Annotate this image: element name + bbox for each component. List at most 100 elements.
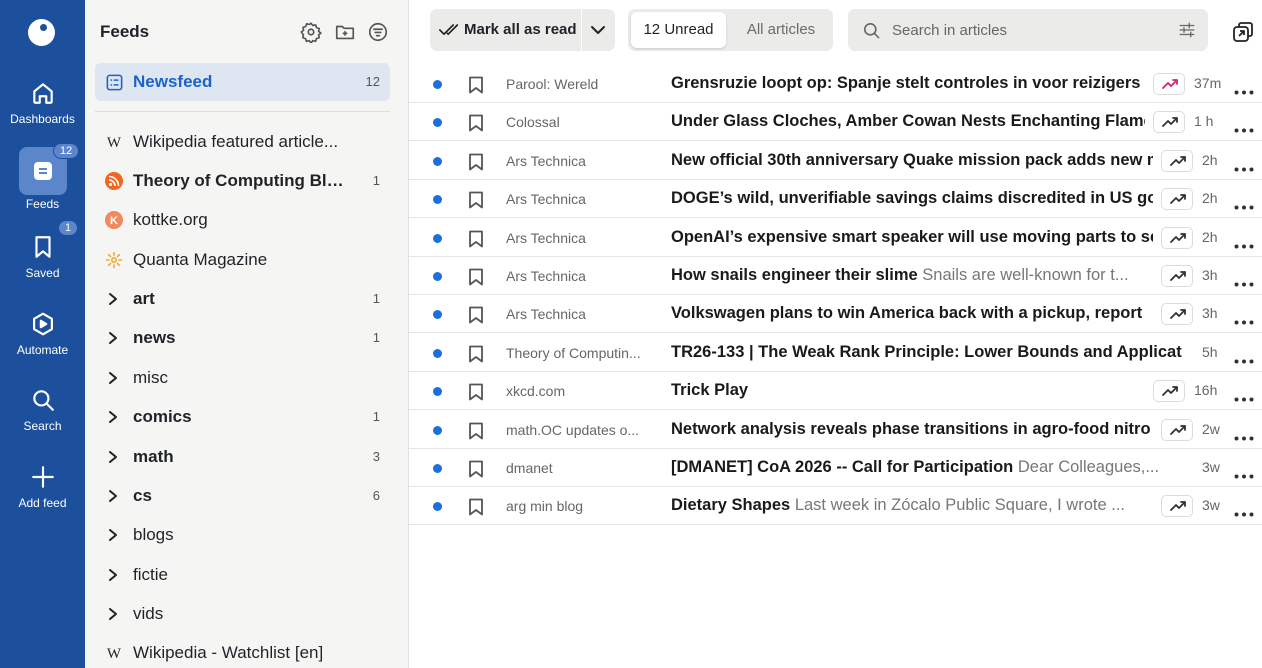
bookmark-icon[interactable] [468,345,484,367]
new-folder-icon[interactable] [334,21,356,43]
trending-icon[interactable] [1153,111,1185,133]
more-options-icon[interactable] [1234,428,1254,445]
sidebar-item-feed[interactable]: W Wikipedia featured article... [95,126,390,158]
more-options-icon[interactable] [1234,197,1254,214]
bookmark-icon[interactable] [468,153,484,175]
filter-icon[interactable] [367,21,389,43]
article-row[interactable]: math.OC updates o... Network analysis rev… [409,411,1262,449]
article-row[interactable]: Ars Technica How snails engineer their sl… [409,257,1262,295]
settings-gear-icon[interactable] [300,21,322,43]
chevron-down-icon[interactable] [590,23,606,37]
chevron-right-icon[interactable] [107,410,119,428]
bookmark-icon[interactable] [468,498,484,520]
chevron-right-icon[interactable] [107,331,119,349]
rail-item-search[interactable]: Search [0,387,85,433]
more-options-icon[interactable] [1234,120,1254,137]
chevron-right-icon[interactable] [107,568,119,586]
trending-icon[interactable] [1161,150,1193,172]
sidebar-item-feed[interactable]: math 3 [95,441,390,473]
sidebar-item-feed[interactable]: vids [95,598,390,630]
rail-label: Add feed [18,496,67,510]
more-options-icon[interactable] [1234,274,1254,291]
bookmark-icon[interactable] [468,191,484,213]
more-options-icon[interactable] [1234,466,1254,483]
bookmark-icon[interactable] [468,230,484,252]
search-input[interactable] [892,9,1162,51]
rail-item-saved[interactable]: 1 Saved [0,220,85,280]
more-options-icon[interactable] [1234,351,1254,368]
tab-all-articles[interactable]: All articles [732,12,830,48]
sidebar-item-feed[interactable]: Quanta Magazine [95,244,390,276]
bookmark-icon[interactable] [468,306,484,328]
chevron-right-icon[interactable] [107,292,119,310]
article-row[interactable]: Ars Technica OpenAI’s expensive smart spe… [409,219,1262,257]
sidebar-item-feed[interactable]: fictie [95,559,390,591]
article-row[interactable]: Parool: Wereld Grensruzie loopt op: Spanj… [409,65,1262,103]
trending-icon[interactable] [1161,188,1193,210]
article-snippet: Dear Colleagues,... [1017,458,1160,476]
bookmark-icon[interactable] [468,460,484,482]
sidebar-item-feed[interactable]: news 1 [95,322,390,354]
sidebar-item-feed[interactable]: W Wikipedia - Watchlist [en] [95,637,390,668]
sidebar-item-feed[interactable]: misc [95,362,390,394]
sidebar-item-feed[interactable]: comics 1 [95,401,390,433]
sidebar-item-feed[interactable]: art 1 [95,283,390,315]
unread-count: 12 [365,74,380,89]
tab-unread[interactable]: 12 Unread [631,12,726,48]
trending-icon[interactable] [1161,495,1193,517]
more-options-icon[interactable] [1234,312,1254,329]
more-options-icon[interactable] [1234,82,1254,99]
article-title-line: OpenAI’s expensive smart speaker will us… [671,228,1153,247]
article-title-line: Trick Play [671,381,1145,400]
rail-item-feeds[interactable]: 12 Feeds [0,143,85,211]
trending-icon[interactable] [1153,380,1185,402]
more-options-icon[interactable] [1234,159,1254,176]
rail-item-automate[interactable]: Automate [0,311,85,357]
sliders-icon[interactable] [1178,21,1196,39]
trending-icon[interactable] [1161,227,1193,249]
bookmark-icon[interactable] [468,76,484,98]
article-row[interactable]: arg min blog Dietary Shapes Last week in … [409,487,1262,525]
article-age: 2h [1202,229,1218,245]
sidebar-item-feed[interactable]: Kkottke.org [95,204,390,236]
sidebar-item-label: fictie [133,565,168,584]
article-title-line: New official 30th anniversary Quake miss… [671,151,1153,170]
article-row[interactable]: Ars Technica Volkswagen plans to win Amer… [409,295,1262,333]
chevron-right-icon[interactable] [107,371,119,389]
bookmark-icon[interactable] [468,268,484,290]
mark-all-read-button[interactable]: Mark all as read [430,9,615,51]
rail-item-dashboards[interactable]: Dashboards [0,80,85,126]
article-source: Parool: Wereld [506,76,599,92]
article-row[interactable]: Ars Technica DOGE’s wild, unverifiable sa… [409,180,1262,218]
trending-icon[interactable] [1161,265,1193,287]
sidebar-item-feed[interactable]: blogs [95,519,390,551]
article-row[interactable]: Theory of Computin... TR26-133 | The Weak… [409,334,1262,372]
chevron-right-icon[interactable] [107,528,119,546]
sidebar-item-label: Wikipedia - Watchlist [en] [133,643,324,662]
article-row[interactable]: dmanet [DMANET] CoA 2026 -- Call for Part… [409,449,1262,487]
bookmark-icon[interactable] [468,114,484,136]
trending-icon[interactable] [1153,73,1185,95]
sidebar-item-feed[interactable]: Theory of Computing Blo... 1 [95,165,390,197]
article-age: 3h [1202,305,1218,321]
article-title-line: Grensruzie loopt op: Spanje stelt contro… [671,74,1145,93]
more-options-icon[interactable] [1234,236,1254,253]
chevron-right-icon[interactable] [107,489,119,507]
bookmark-icon[interactable] [468,422,484,444]
chevron-right-icon[interactable] [107,607,119,625]
chevron-right-icon[interactable] [107,450,119,468]
open-in-window-icon[interactable] [1231,20,1255,44]
trending-icon[interactable] [1161,419,1193,441]
rail-item-add-feed[interactable]: Add feed [0,464,85,510]
rail-label: Dashboards [10,112,75,126]
trending-icon[interactable] [1161,303,1193,325]
article-row[interactable]: Ars Technica New official 30th anniversar… [409,142,1262,180]
app-logo[interactable] [28,19,55,46]
sidebar-item-feed[interactable]: cs 6 [95,480,390,512]
bookmark-icon[interactable] [468,383,484,405]
sidebar-item-newsfeed[interactable]: Newsfeed 12 [95,63,390,101]
more-options-icon[interactable] [1234,504,1254,521]
article-row[interactable]: xkcd.com Trick Play 16h [409,372,1262,410]
article-row[interactable]: Colossal Under Glass Cloches, Amber Cowan… [409,103,1262,141]
more-options-icon[interactable] [1234,389,1254,406]
